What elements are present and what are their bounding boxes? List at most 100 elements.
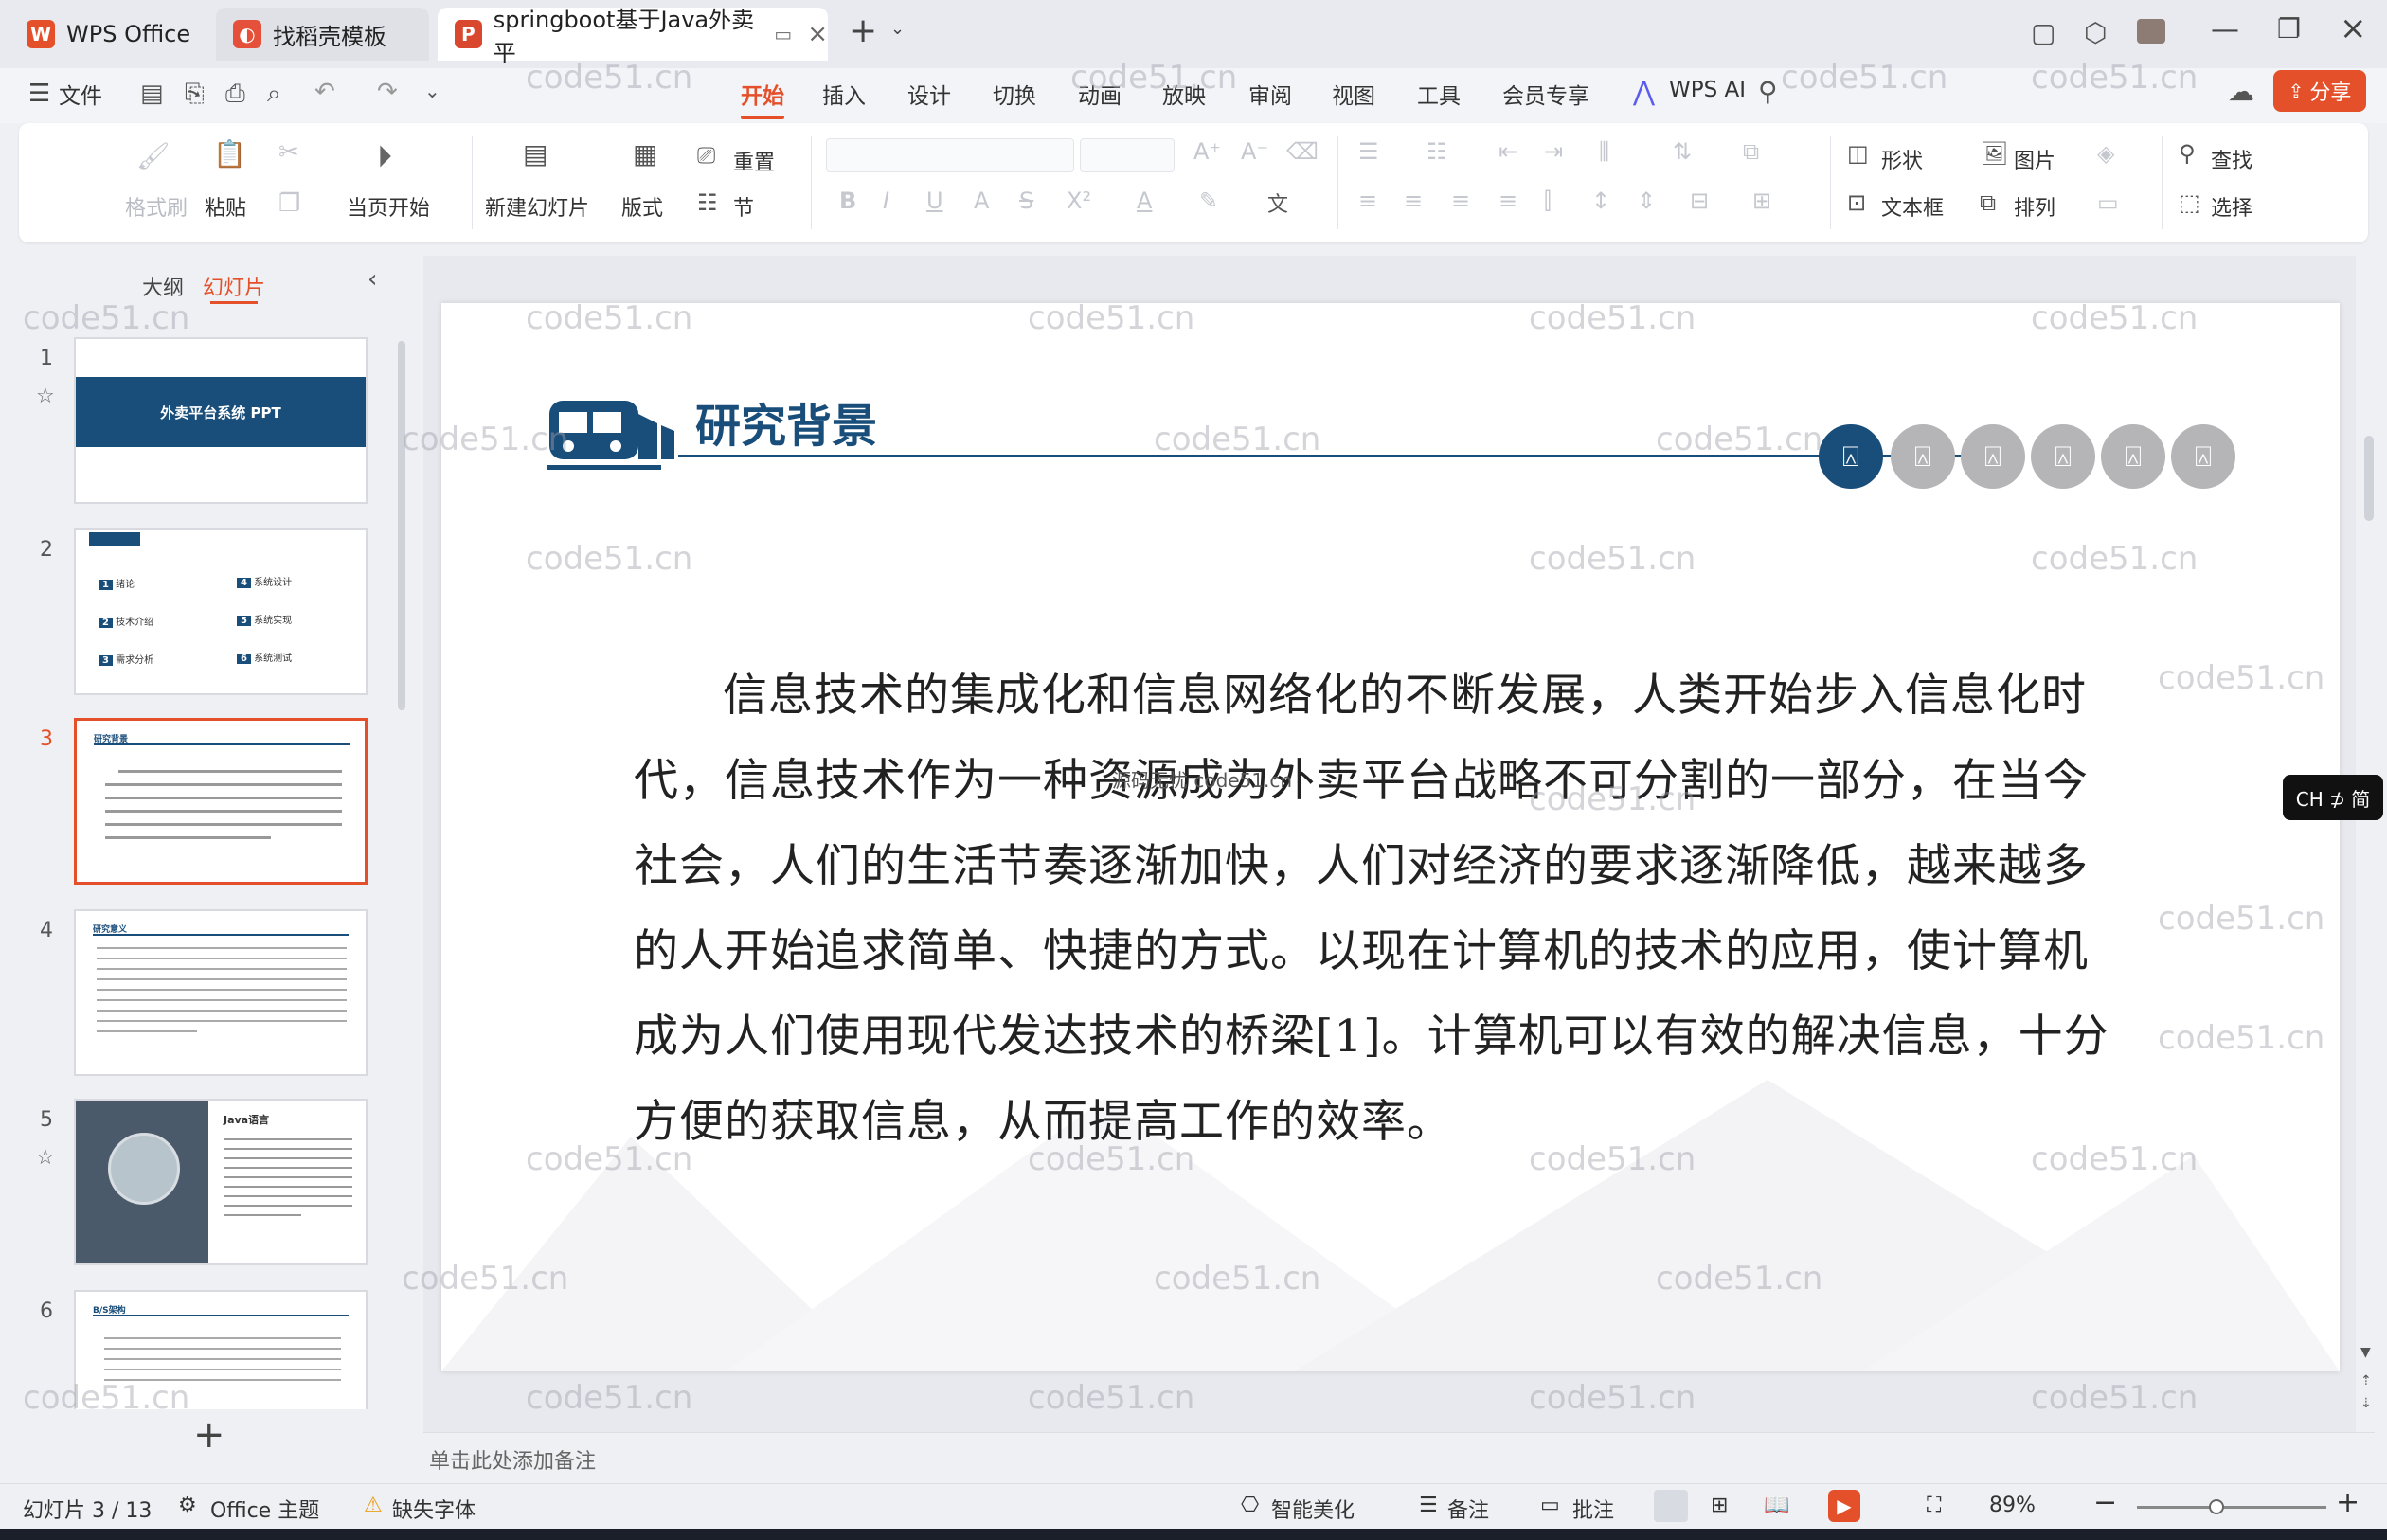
- cloud-upload-icon[interactable]: ☁: [2228, 76, 2254, 107]
- search-icon[interactable]: ⚲: [1758, 76, 1778, 107]
- tab-transition[interactable]: 切换: [993, 78, 1036, 110]
- cut-icon[interactable]: ✂: [278, 138, 299, 167]
- zoom-in-icon[interactable]: +: [2336, 1486, 2360, 1519]
- prev-slide-icon[interactable]: ⇡: [2360, 1373, 2372, 1388]
- zoom-slider-handle[interactable]: [2209, 1499, 2224, 1514]
- normal-view-icon[interactable]: [1654, 1490, 1688, 1522]
- slide-thumbnail-3[interactable]: 研究背景: [74, 718, 368, 885]
- bullet-list-icon[interactable]: ☰: [1358, 138, 1379, 165]
- font-color-icon[interactable]: A: [1137, 188, 1152, 214]
- line-spacing-icon[interactable]: ↕: [1591, 188, 1610, 214]
- fill-color-icon[interactable]: ◈: [2097, 140, 2114, 167]
- decrease-font-icon[interactable]: A⁻: [1241, 138, 1268, 165]
- bold-icon[interactable]: B: [839, 188, 856, 214]
- section-button[interactable]: 节: [733, 191, 754, 222]
- collapse-panel-icon[interactable]: ‹: [368, 265, 377, 294]
- zoom-slider[interactable]: [2137, 1506, 2326, 1509]
- picture-button[interactable]: 图片: [2014, 144, 2055, 174]
- maximize-icon[interactable]: ❐: [2277, 13, 2301, 45]
- hamburger-icon[interactable]: ☰: [28, 80, 50, 108]
- ime-indicator[interactable]: CH ⊅ 简: [2283, 775, 2383, 820]
- next-slide-icon[interactable]: ⇣: [2360, 1396, 2372, 1411]
- text-wrap-icon[interactable]: ⊞: [1752, 188, 1771, 214]
- select-button[interactable]: 选择: [2211, 191, 2252, 222]
- superscript-icon[interactable]: X²: [1067, 188, 1091, 214]
- align-center-icon[interactable]: ≡: [1404, 188, 1423, 214]
- textbox-button[interactable]: 文本框: [1881, 191, 1944, 222]
- scroll-down-icon[interactable]: ▼: [2360, 1345, 2371, 1360]
- add-slide-button[interactable]: +: [193, 1413, 225, 1457]
- cube-icon[interactable]: ⬡: [2084, 17, 2107, 48]
- file-menu[interactable]: 文件: [59, 78, 102, 110]
- print-icon[interactable]: ⎙: [225, 80, 245, 109]
- new-tab-icon[interactable]: +: [849, 11, 877, 50]
- play-slideshow-icon[interactable]: ▶: [1828, 1490, 1860, 1522]
- reset-button[interactable]: 重置: [733, 146, 775, 176]
- find-button[interactable]: 查找: [2211, 144, 2252, 174]
- slide-sorter-icon[interactable]: ⊞: [1711, 1494, 1728, 1517]
- paste-button[interactable]: 粘贴: [205, 191, 246, 222]
- tab-review[interactable]: 审阅: [1248, 78, 1292, 110]
- missing-font-label[interactable]: 缺失字体: [392, 1494, 476, 1524]
- fit-window-icon[interactable]: ⛶: [1927, 1494, 1941, 1517]
- theme-label[interactable]: Office 主题: [210, 1494, 319, 1524]
- zoom-out-icon[interactable]: −: [2093, 1486, 2117, 1519]
- panel-scrollbar[interactable]: [398, 341, 405, 710]
- tab-slideshow[interactable]: 放映: [1162, 78, 1206, 110]
- tab-tools[interactable]: 工具: [1417, 78, 1461, 110]
- copy-icon[interactable]: ❐: [278, 189, 300, 218]
- smart-beautify-button[interactable]: 智能美化: [1271, 1494, 1355, 1524]
- export-icon[interactable]: ⎘: [185, 80, 205, 109]
- columns-icon[interactable]: ⫼: [1599, 138, 1609, 165]
- slide-thumbnail-1[interactable]: 外卖平台系统 PPT: [74, 337, 368, 504]
- notes-area[interactable]: 单击此处添加备注: [423, 1432, 2375, 1481]
- tab-document[interactable]: P springboot基于Java外卖平 ▭ ×: [438, 7, 828, 66]
- share-button[interactable]: ⇪ 分享: [2273, 70, 2366, 112]
- text-direction-icon[interactable]: ⇅: [1673, 138, 1692, 165]
- layout-button[interactable]: 版式: [621, 191, 663, 222]
- arrange-button[interactable]: 排列: [2014, 191, 2055, 222]
- tab-docer[interactable]: ◐ 找稻壳模板: [216, 8, 429, 61]
- slide-thumbnail-2[interactable]: 1 绪论 2 技术介绍 3 需求分析 4 系统设计 5 系统实现 6 系统测试: [74, 528, 368, 695]
- print-preview-icon[interactable]: ⌕: [267, 80, 281, 109]
- slide-thumbnail-6[interactable]: B/S架构: [74, 1290, 368, 1409]
- chevron-down-icon[interactable]: ⌄: [890, 19, 905, 39]
- current-slide[interactable]: 研究背景 ⍓ ⍓ ⍓ ⍓ ⍓ ⍓ 信息技术的集成化和信息网络化的不断发展，人类开…: [441, 303, 2340, 1371]
- slide-body-text[interactable]: 信息技术的集成化和信息网络化的不断发展，人类开始步入信息化时代，信息技术作为一种…: [634, 654, 2111, 1165]
- font-size-select[interactable]: [1080, 138, 1175, 172]
- close-tab-icon[interactable]: ×: [807, 20, 828, 48]
- highlight-icon[interactable]: ✎: [1199, 188, 1218, 214]
- shadow-text-icon[interactable]: A: [974, 188, 989, 214]
- tab-insert[interactable]: 插入: [822, 78, 866, 110]
- zoom-level[interactable]: 89%: [1989, 1494, 2036, 1517]
- slide-title[interactable]: 研究背景: [695, 388, 877, 455]
- convert-smartart-icon[interactable]: ⧉: [1743, 138, 1759, 165]
- decrease-indent-icon[interactable]: ⇤: [1499, 138, 1517, 165]
- chevron-down-icon[interactable]: ⌄: [424, 80, 440, 102]
- redo-icon[interactable]: ↷: [377, 78, 398, 106]
- phonetic-guide-icon[interactable]: 文: [1267, 188, 1288, 218]
- tab-member[interactable]: 会员专享: [1502, 78, 1589, 110]
- tab-design[interactable]: 设计: [907, 78, 951, 110]
- close-window-icon[interactable]: ×: [2340, 9, 2367, 47]
- italic-icon[interactable]: I: [883, 188, 889, 214]
- comments-button[interactable]: 批注: [1572, 1494, 1614, 1524]
- slides-tab[interactable]: 幻灯片: [203, 271, 265, 301]
- reading-view-icon[interactable]: 📖: [1764, 1494, 1789, 1517]
- format-painter-button[interactable]: 格式刷: [125, 191, 188, 222]
- increase-font-icon[interactable]: A⁺: [1194, 138, 1221, 165]
- slide-thumbnail-4[interactable]: 研究意义: [74, 909, 368, 1076]
- justify-icon[interactable]: ≡: [1499, 188, 1517, 214]
- outline-tab[interactable]: 大纲: [142, 271, 184, 301]
- star-icon[interactable]: ☆: [36, 385, 55, 408]
- vertical-align-icon[interactable]: ⊟: [1690, 188, 1709, 214]
- slide-thumbnail-5[interactable]: Java语言: [74, 1099, 368, 1265]
- numbered-list-icon[interactable]: ☷: [1427, 138, 1447, 165]
- wps-ai-button[interactable]: WPS AI: [1669, 78, 1746, 102]
- shape-button[interactable]: 形状: [1881, 144, 1923, 174]
- paragraph-spacing-icon[interactable]: ⇕: [1637, 188, 1656, 214]
- tab-animation[interactable]: 动画: [1078, 78, 1122, 110]
- tab-view[interactable]: 视图: [1332, 78, 1375, 110]
- distribute-icon[interactable]: ⫿: [1544, 188, 1552, 214]
- save-icon[interactable]: ▤: [140, 80, 164, 108]
